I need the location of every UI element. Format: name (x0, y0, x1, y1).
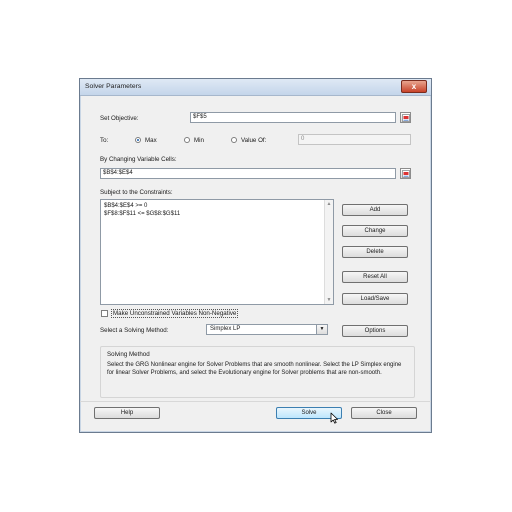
constraints-scrollbar[interactable]: ▲ ▼ (324, 200, 333, 304)
min-radio[interactable] (184, 137, 190, 143)
range-select-icon (402, 170, 410, 178)
nonnegative-checkbox-label[interactable]: Make Unconstrained Variables Non-Negativ… (111, 309, 239, 318)
solving-method-description: Select the GRG Nonlinear engine for Solv… (107, 362, 402, 376)
dialog-title: Solver Parameters (85, 83, 142, 90)
min-radio-label[interactable]: Min (194, 137, 204, 144)
value-of-input[interactable]: 0 (298, 134, 411, 145)
range-select-icon (402, 114, 410, 122)
close-window-button[interactable]: x (401, 80, 427, 93)
objective-range-selector-button[interactable] (400, 112, 411, 123)
value-of-radio-label[interactable]: Value Of: (241, 137, 266, 144)
scroll-up-icon[interactable]: ▲ (325, 200, 333, 208)
change-button[interactable]: Change (342, 225, 408, 237)
help-button[interactable]: Help (94, 407, 160, 419)
changing-cells-label: By Changing Variable Cells: (100, 156, 177, 163)
value-of-radio[interactable] (231, 137, 237, 143)
to-label: To: (100, 137, 109, 144)
separator (80, 401, 431, 402)
solving-method-group: Solving Method Select the GRG Nonlinear … (100, 346, 415, 398)
add-button[interactable]: Add (342, 204, 408, 216)
solving-method-label: Select a Solving Method: (100, 327, 169, 334)
solver-parameters-dialog: Solver Parameters x Set Objective: $F$5 … (79, 78, 432, 433)
nonnegative-checkbox[interactable] (101, 310, 108, 317)
constraints-label: Subject to the Constraints: (100, 189, 173, 196)
load-save-button[interactable]: Load/Save (342, 293, 408, 305)
reset-all-button[interactable]: Reset All (342, 271, 408, 283)
set-objective-label: Set Objective: (100, 115, 139, 122)
delete-button[interactable]: Delete (342, 246, 408, 258)
solving-method-select[interactable]: Simplex LP ▼ (206, 324, 328, 335)
constraint-item[interactable]: $F$8:$F$11 <= $G$8:$G$11 (104, 211, 180, 217)
title-bar[interactable]: Solver Parameters x (80, 79, 431, 96)
constraints-list[interactable]: $B$4:$E$4 >= 0 $F$8:$F$11 <= $G$8:$G$11 … (100, 199, 334, 305)
options-button[interactable]: Options (342, 325, 408, 337)
scroll-down-icon[interactable]: ▼ (325, 296, 333, 304)
chevron-down-icon[interactable]: ▼ (316, 325, 327, 334)
set-objective-input[interactable]: $F$5 (190, 112, 396, 123)
max-radio[interactable] (135, 137, 141, 143)
changing-cells-range-selector-button[interactable] (400, 168, 411, 179)
solving-method-group-title: Solving Method (107, 351, 150, 358)
solving-method-value: Simplex LP (210, 326, 241, 332)
close-button[interactable]: Close (351, 407, 417, 419)
constraint-item[interactable]: $B$4:$E$4 >= 0 (104, 203, 147, 209)
max-radio-label[interactable]: Max (145, 137, 157, 144)
mouse-pointer-icon (330, 412, 338, 424)
changing-cells-input[interactable]: $B$4:$E$4 (100, 168, 396, 179)
